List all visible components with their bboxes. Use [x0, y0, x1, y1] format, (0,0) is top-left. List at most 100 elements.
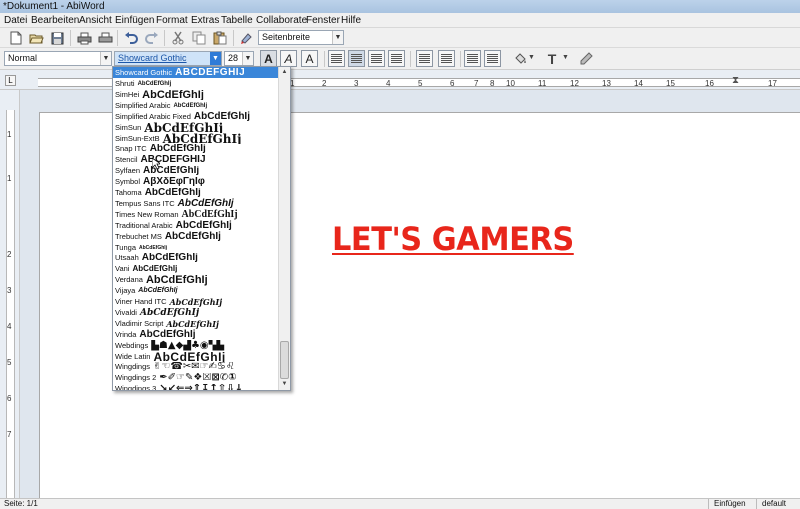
scroll-up-icon[interactable]: ▲	[279, 67, 290, 78]
document-heading[interactable]: LET'S GAMERS	[332, 220, 574, 258]
align-right-button[interactable]	[368, 50, 385, 67]
font-option[interactable]: Shruti AbCdEfGhIj	[113, 79, 279, 90]
font-option[interactable]: Wide Latin AbCdEfGhIj	[113, 351, 279, 362]
font-option-name: Stencil	[115, 155, 138, 165]
chevron-down-icon[interactable]: ▼	[562, 54, 569, 61]
font-option[interactable]: SimSun-ExtB AbCdEfGhIj	[113, 133, 279, 144]
new-document-icon[interactable]	[8, 30, 24, 46]
font-option-sample: AbCdEfGhIj	[162, 133, 242, 144]
align-left-button[interactable]	[328, 50, 345, 67]
print-preview-icon[interactable]	[97, 30, 113, 46]
font-option[interactable]: Trebuchet MS AbCdEfGhIj	[113, 231, 279, 242]
paste-icon[interactable]	[212, 30, 228, 46]
text-color-button[interactable]: T	[544, 51, 560, 67]
vertical-ruler[interactable]: 1 1 2 3 4 5 6 7	[0, 90, 20, 498]
font-option[interactable]: Vivaldi AbCdEfGhIj	[113, 307, 279, 318]
font-option[interactable]: Tunga AbCdEfGhIj	[113, 242, 279, 253]
font-option-name: Tahoma	[115, 188, 142, 197]
chevron-down-icon[interactable]: ▼	[210, 52, 221, 65]
font-option[interactable]: Simplified Arabic AbCdEfGhIj	[113, 100, 279, 111]
right-indent-marker[interactable]: ⧗	[732, 75, 739, 86]
chevron-down-icon[interactable]: ▼	[528, 54, 535, 61]
font-option[interactable]: Wingdings 3 ↘↙⇐⇒⇑↧↥⇧⇩↓	[113, 384, 279, 390]
align-justify-button[interactable]	[388, 50, 405, 67]
print-icon[interactable]	[76, 30, 92, 46]
menu-fenster[interactable]: Fenster	[304, 14, 342, 27]
font-option[interactable]: Vladimir Script AbCdEfGhIj	[113, 318, 279, 329]
font-dropdown-list[interactable]: Showcard Gothic ABCDEFGHIJ Shruti AbCdEfG…	[112, 66, 291, 391]
ruler-number: 7	[7, 430, 12, 439]
chevron-down-icon[interactable]: ▼	[332, 31, 343, 44]
fill-color-icon[interactable]	[512, 51, 528, 67]
tab-stop-selector[interactable]: L	[5, 75, 16, 86]
ruler-number: 11	[538, 79, 547, 88]
ruler-number: 4	[386, 79, 391, 88]
font-option-sample: AbCdEfGhIj	[144, 187, 201, 198]
spacing-button[interactable]	[416, 50, 433, 67]
align-center-button[interactable]	[348, 50, 365, 67]
menu-einfuegen[interactable]: Einfügen	[113, 14, 156, 27]
scrollbar-thumb[interactable]	[280, 341, 289, 379]
font-option[interactable]: Webdings ▙☗▲◆▟♣◉▚▙	[113, 340, 279, 351]
font-option[interactable]: Stencil ABCDEFGHIJ	[113, 155, 279, 166]
redo-icon[interactable]	[144, 30, 160, 46]
font-option[interactable]: Wingdings 2 ✒✐☞✎❖☒⊠✆①	[113, 373, 279, 384]
chevron-down-icon[interactable]: ▼	[242, 52, 253, 65]
copy-icon[interactable]	[191, 30, 207, 46]
menu-bearbeiten[interactable]: Bearbeiten	[29, 14, 81, 27]
menu-format[interactable]: Format	[154, 14, 190, 27]
font-option[interactable]: Traditional Arabic AbCdEfGhIj	[113, 220, 279, 231]
font-option[interactable]: Verdana AbCdEfGhIj	[113, 275, 279, 286]
ruler-number: 10	[506, 79, 515, 88]
font-option[interactable]: Viner Hand ITC AbCdEfGhIj	[113, 297, 279, 308]
font-select[interactable]: Showcard Gothic ▼	[114, 51, 222, 66]
font-option[interactable]: Utsaah AbCdEfGhIj	[113, 253, 279, 264]
font-size-select[interactable]: 28 ▼	[224, 51, 254, 66]
undo-icon[interactable]	[123, 30, 139, 46]
menu-ansicht[interactable]: Ansicht	[77, 14, 114, 27]
font-option[interactable]: Simplified Arabic Fixed AbCdEfGhIj	[113, 111, 279, 122]
font-option[interactable]: Sylfaen AbCdEfGhIj	[113, 166, 279, 177]
dropdown-scrollbar[interactable]: ▲ ▼	[278, 67, 290, 390]
insert-image-button[interactable]	[484, 50, 501, 67]
font-option[interactable]: Wingdings ✌☜☎✂✉☞✍♋♌	[113, 362, 279, 373]
menu-tabelle[interactable]: Tabelle	[219, 14, 255, 27]
style-select[interactable]: Normal ▼	[4, 51, 112, 66]
menu-collaborate[interactable]: Collaborate	[254, 14, 309, 27]
font-option[interactable]: Vrinda AbCdEfGhIj	[113, 329, 279, 340]
font-option[interactable]: Times New Roman AbCdEfGhIj	[113, 209, 279, 220]
font-option-sample: ✌☜☎✂✉☞✍♋♌	[153, 361, 235, 373]
open-folder-icon[interactable]	[28, 30, 44, 46]
font-option[interactable]: SimSun AbCdEfGhIj	[113, 122, 279, 133]
save-icon[interactable]	[49, 30, 65, 46]
scroll-down-icon[interactable]: ▼	[279, 379, 290, 390]
font-option[interactable]: Vani AbCdEfGhIj	[113, 264, 279, 275]
zoom-select[interactable]: Seitenbreite ▼	[258, 30, 344, 45]
font-option[interactable]: Symbol ΑβΧδΕφΓηΙφ	[113, 177, 279, 188]
font-option[interactable]: SimHei AbCdEfGhIj	[113, 89, 279, 100]
font-option-sample: AbCdEfGhIj	[166, 318, 219, 329]
menu-datei[interactable]: Datei	[2, 14, 29, 27]
highlight-pen-icon[interactable]	[578, 51, 594, 67]
status-divider	[756, 499, 757, 509]
cut-icon[interactable]	[170, 30, 186, 46]
indent-button[interactable]	[438, 50, 455, 67]
font-option[interactable]: Tempus Sans ITC AbCdEfGhIj	[113, 198, 279, 209]
table-button[interactable]	[464, 50, 481, 67]
chevron-down-icon[interactable]: ▼	[100, 52, 111, 65]
font-option-sample: AbCdEfGhIj	[141, 252, 198, 264]
align-left-icon	[331, 54, 342, 63]
bold-button[interactable]: A	[260, 50, 277, 67]
format-painter-icon[interactable]	[239, 30, 255, 46]
italic-button[interactable]: A	[280, 50, 297, 67]
font-option[interactable]: Tahoma AbCdEfGhIj	[113, 188, 279, 199]
menu-hilfe[interactable]: Hilfe	[339, 14, 363, 27]
outline-text-button[interactable]: A	[301, 50, 318, 67]
font-option-name: Simplified Arabic	[115, 100, 171, 110]
font-option[interactable]: Vijaya AbCdEfGhIj	[113, 286, 279, 297]
toolbar-separator	[233, 30, 234, 46]
menu-extras[interactable]: Extras	[189, 14, 221, 27]
font-option[interactable]: Snap ITC AbCdEfGhIj	[113, 144, 279, 155]
ruler-number: 8	[490, 79, 495, 88]
font-option-selected[interactable]: Showcard Gothic ABCDEFGHIJ	[113, 67, 279, 78]
